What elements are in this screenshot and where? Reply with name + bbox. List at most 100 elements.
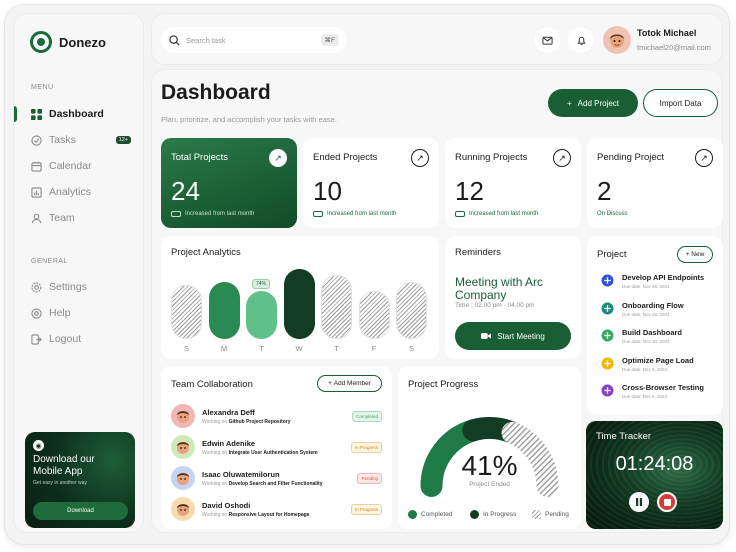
in-progress-swatch bbox=[470, 510, 479, 519]
member-task: Working on Responsive Layout for Homepag… bbox=[202, 512, 351, 518]
logo: Donezo bbox=[30, 31, 106, 53]
project-item[interactable]: Build Dashboard Due date: Nov 30, 2024 bbox=[601, 328, 682, 344]
team-member-row[interactable]: Edwin Adenike Working on Integrate User A… bbox=[171, 435, 382, 459]
plus-icon: + bbox=[566, 98, 572, 108]
sidebar-item-team[interactable]: Team bbox=[14, 209, 145, 227]
legend-label: In Progress bbox=[483, 511, 517, 518]
project-item[interactable]: Develop API Endpoints Due date: Nov 26, 2… bbox=[601, 273, 704, 289]
stat-note-text: Increased from last month bbox=[327, 211, 397, 217]
sidebar-item-settings[interactable]: Settings bbox=[14, 278, 145, 296]
analytics-bar[interactable] bbox=[396, 282, 427, 339]
legend-in-progress: In Progress bbox=[470, 510, 516, 519]
user-avatar[interactable] bbox=[603, 26, 631, 54]
arrow-up-right-icon[interactable]: ↗ bbox=[269, 149, 287, 167]
project-item[interactable]: Onboarding Flow Due date: Nov 28, 2024 bbox=[601, 301, 684, 317]
tasks-icon bbox=[31, 134, 42, 146]
analytics-icon bbox=[31, 186, 42, 198]
team-member-row[interactable]: David Oshodi Working on Responsive Layout… bbox=[171, 497, 382, 521]
arrow-up-right-icon[interactable]: ↗ bbox=[411, 149, 429, 167]
member-task: Working on Github Project Repository bbox=[202, 419, 352, 425]
analytics-bar[interactable] bbox=[171, 285, 202, 339]
add-member-button[interactable]: + Add Member bbox=[317, 375, 382, 392]
notifications-button[interactable] bbox=[568, 27, 594, 53]
project-item[interactable]: Cross-Browser Testing Due date: Dec 6, 20… bbox=[601, 383, 704, 399]
project-name: Cross-Browser Testing bbox=[622, 383, 704, 392]
card-title: Project bbox=[597, 249, 627, 260]
sidebar-item-logout[interactable]: Logout bbox=[14, 330, 145, 348]
day-label: F bbox=[371, 344, 377, 353]
add-project-button[interactable]: + Add Project bbox=[548, 89, 638, 117]
app-logo-icon: ◉ bbox=[33, 440, 44, 451]
bar-tooltip: 74% bbox=[252, 279, 271, 289]
stop-button[interactable] bbox=[657, 492, 677, 512]
sidebar-item-tasks[interactable]: Tasks 12+ bbox=[14, 131, 145, 149]
sidebar-item-analytics[interactable]: Analytics bbox=[14, 183, 145, 201]
trend-icon bbox=[455, 211, 465, 217]
working-on-label: Working on bbox=[202, 480, 228, 487]
project-icon bbox=[601, 274, 614, 287]
avatar bbox=[171, 497, 195, 521]
project-icon bbox=[601, 329, 614, 342]
promo-subtitle: Get easy in another way bbox=[33, 480, 87, 486]
import-data-button[interactable]: Import Data bbox=[643, 89, 718, 117]
stat-card-ended[interactable]: Ended Projects ↗ 10 Increased from last … bbox=[303, 138, 439, 228]
project-due-date: Due date: Dec 6, 2024 bbox=[622, 394, 668, 399]
progress-percent: 41% bbox=[461, 450, 518, 481]
team-member-row[interactable]: Alexandra Deff Working on Github Project … bbox=[171, 404, 382, 428]
stat-card-pending[interactable]: Pending Project ↗ 2 On Discuss bbox=[587, 138, 723, 228]
sidebar-item-label: Calendar bbox=[49, 160, 92, 172]
avatar bbox=[171, 435, 195, 459]
analytics-bar[interactable] bbox=[321, 275, 352, 339]
sidebar: Donezo MENU Dashboard Tasks 12+ Calendar… bbox=[13, 13, 144, 533]
analytics-bar[interactable] bbox=[208, 282, 240, 339]
mail-button[interactable] bbox=[534, 27, 560, 53]
team-member-row[interactable]: Isaac Oluwatemilorun Working on Develop S… bbox=[171, 466, 382, 490]
arrow-up-right-icon[interactable]: ↗ bbox=[553, 149, 571, 167]
download-button[interactable]: Download bbox=[33, 502, 128, 520]
logo-icon bbox=[30, 31, 52, 53]
status-badge: Pending bbox=[357, 472, 382, 484]
stat-note: On Discuss bbox=[597, 211, 628, 217]
day-label: T bbox=[334, 344, 339, 353]
reminder-title: Meeting with Arc Company bbox=[455, 275, 544, 302]
team-icon bbox=[31, 213, 42, 223]
analytics-bar[interactable] bbox=[283, 269, 315, 339]
stat-note: Increased from last month bbox=[171, 211, 254, 217]
user-email: tmichael20@mail.com bbox=[637, 43, 711, 52]
task-name: Integrate User Authentication System bbox=[228, 449, 318, 456]
stat-card-running[interactable]: Running Projects ↗ 12 Increased from las… bbox=[445, 138, 581, 228]
avatar bbox=[171, 404, 195, 428]
project-item[interactable]: Optimize Page Load Due date: Dec 5, 2024 bbox=[601, 356, 694, 372]
promo-title: Download our Mobile App bbox=[33, 454, 95, 477]
stat-note: Increased from last month bbox=[455, 211, 538, 217]
main-content: Dashboard Plan, prioritize, and accompli… bbox=[151, 69, 723, 533]
working-on-label: Working on bbox=[202, 418, 228, 425]
member-task: Working on Develop Search and Filter Fun… bbox=[202, 481, 357, 487]
add-member-label: Add Member bbox=[333, 380, 371, 387]
calendar-icon bbox=[31, 161, 42, 172]
progress-gauge bbox=[420, 417, 559, 497]
status-badge: In Progress bbox=[350, 441, 382, 453]
member-name: Isaac Oluwatemilorun bbox=[202, 469, 280, 479]
pause-button[interactable] bbox=[629, 492, 649, 512]
sidebar-item-help[interactable]: Help bbox=[14, 304, 145, 322]
user-name: Totok Michael bbox=[637, 28, 697, 38]
analytics-bar[interactable] bbox=[358, 291, 390, 339]
reminders-card: Reminders Meeting with Arc Company Time … bbox=[445, 236, 581, 359]
trend-icon bbox=[171, 211, 181, 217]
day-label: S bbox=[408, 344, 414, 353]
sidebar-item-label: Settings bbox=[49, 281, 87, 293]
project-icon bbox=[601, 357, 614, 369]
mobile-app-promo: ◉ Download our Mobile App Get easy in an… bbox=[25, 432, 135, 528]
analytics-bar[interactable] bbox=[246, 291, 277, 339]
stat-card-total[interactable]: Total Projects ↗ 24 Increased from last … bbox=[161, 138, 297, 228]
start-meeting-button[interactable]: Start Meeting bbox=[455, 322, 571, 350]
new-project-button[interactable]: + New bbox=[677, 246, 713, 263]
stat-value: 10 bbox=[313, 176, 342, 206]
sidebar-item-calendar[interactable]: Calendar bbox=[14, 157, 145, 175]
sidebar-item-dashboard[interactable]: Dashboard bbox=[14, 105, 145, 123]
pending-swatch bbox=[532, 510, 541, 519]
project-name: Optimize Page Load bbox=[622, 355, 694, 365]
arrow-up-right-icon[interactable]: ↗ bbox=[695, 149, 713, 167]
search-input[interactable] bbox=[186, 35, 315, 45]
